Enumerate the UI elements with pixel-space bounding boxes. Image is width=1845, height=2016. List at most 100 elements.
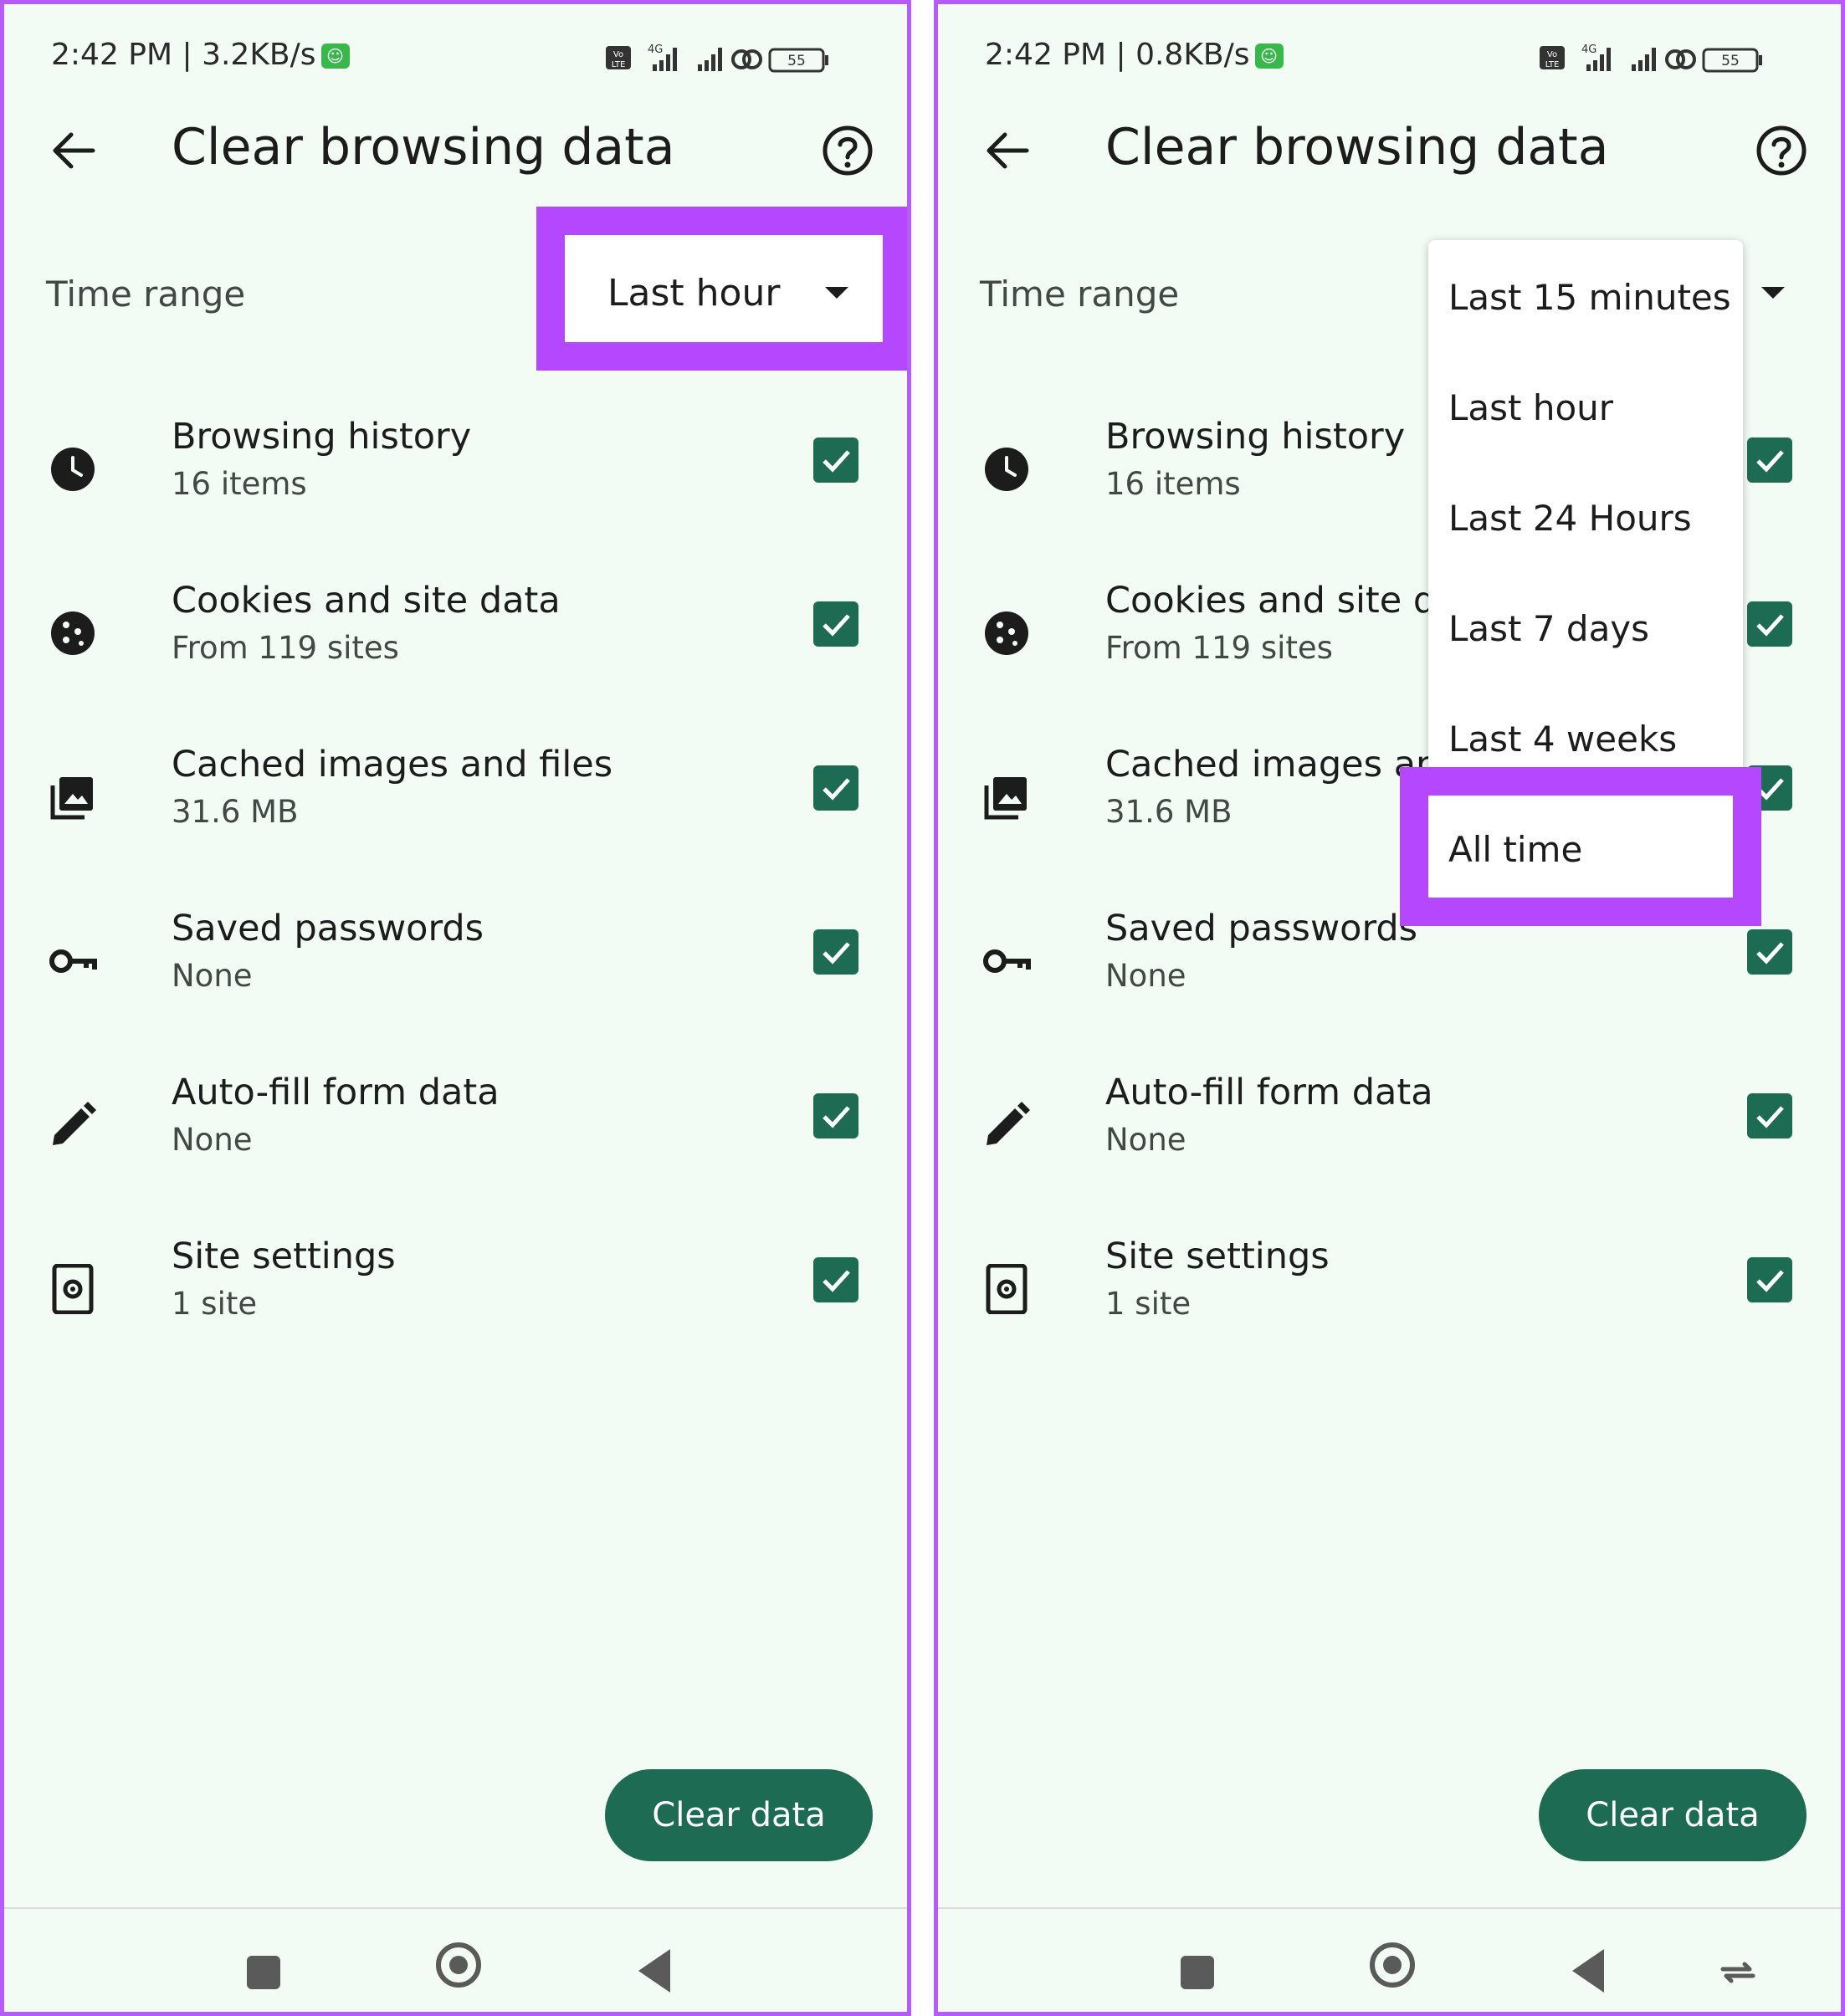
svg-text:4G: 4G [1581,43,1596,56]
checkbox[interactable] [1747,1257,1792,1302]
option-subtitle: None [172,1122,253,1158]
svg-text:LTE: LTE [1545,60,1560,69]
highlight-box-all-time [1400,767,1761,926]
option-title: Cached images and files [172,744,613,785]
highlight-box-dropdown [536,207,907,371]
option-subtitle: None [172,958,253,994]
cookie-icon [985,611,1028,655]
pencil-icon [53,1102,96,1145]
option-title: Browsing history [172,416,472,458]
svg-text:55: 55 [787,53,806,69]
option-subtitle: 31.6 MB [172,794,299,830]
site-settings-icon [986,1264,1028,1314]
back-arrow-icon[interactable] [980,123,1035,178]
screen-right: 2:42 PM | 0.8KB/s ☺ Vo LTE 4G 55 Clear br… [934,0,1845,2016]
checkbox[interactable] [1747,601,1792,647]
menu-item-last-7-days[interactable]: Last 7 days [1448,608,1649,649]
option-subtitle: 1 site [172,1286,258,1322]
status-time-speed: 2:42 PM | 0.8KB/s ☺ [985,38,1284,72]
recents-icon[interactable] [1181,1956,1214,1989]
back-arrow-icon[interactable] [46,123,101,178]
rotate-icon[interactable] [1718,1957,1758,1988]
checkbox[interactable] [813,601,858,647]
status-bar: 2:42 PM | 0.8KB/s ☺ Vo LTE 4G 55 [938,4,1841,113]
option-row-site-settings[interactable]: Site settings 1 site [938,1207,1841,1371]
page-title: Clear browsing data [1105,118,1609,177]
images-icon [50,777,93,820]
option-row-cookies[interactable]: Cookies and site data From 119 sites [4,551,907,715]
option-title: Site settings [1105,1236,1330,1277]
option-subtitle: 16 items [172,466,307,502]
svg-text:4G: 4G [648,43,663,56]
option-title: Saved passwords [172,908,484,949]
signal-battery-icon: Vo LTE 4G 55 [606,43,828,73]
clear-data-button[interactable]: Clear data [605,1769,873,1861]
time-range-label: Time range [980,274,1180,315]
checkbox[interactable] [813,765,858,811]
svg-text:Vo: Vo [613,50,623,59]
status-icons: Vo LTE 4G 55 [1540,43,1791,73]
checkbox[interactable] [1747,1093,1792,1138]
menu-item-last-4-weeks[interactable]: Last 4 weeks [1448,719,1677,760]
status-time-speed: 2:42 PM | 3.2KB/s ☺ [51,38,350,72]
clock-icon [985,448,1028,491]
option-title: Saved passwords [1105,908,1418,949]
option-title: Cookies and site data [172,580,561,622]
svg-text:Vo: Vo [1547,50,1557,59]
option-row-browsing-history[interactable]: Browsing history 16 items [4,387,907,551]
option-subtitle: None [1105,958,1186,994]
checkbox[interactable] [1747,437,1792,483]
images-icon [984,777,1027,820]
nav-back-icon[interactable] [638,1949,670,1993]
clear-data-button[interactable]: Clear data [1539,1769,1807,1861]
option-row-site-settings[interactable]: Site settings 1 site [4,1207,907,1371]
nav-back-icon[interactable] [1572,1949,1604,1993]
option-row-autofill[interactable]: Auto-fill form data None [4,1043,907,1207]
status-bar: 2:42 PM | 3.2KB/s ☺ Vo LTE 4G 55 [4,4,907,113]
option-subtitle: 1 site [1105,1286,1192,1322]
home-icon[interactable] [1370,1942,1415,1988]
option-row-cached-images[interactable]: Cached images and files 31.6 MB [4,715,907,879]
system-nav-bar [938,1907,1841,2012]
dropdown-arrow-icon[interactable] [1761,287,1785,299]
menu-item-last-24-hours[interactable]: Last 24 Hours [1448,498,1692,539]
option-subtitle: From 119 sites [172,630,399,666]
home-icon[interactable] [436,1942,481,1988]
option-title: Site settings [172,1236,396,1277]
key-icon [983,949,1031,973]
system-nav-bar [4,1907,907,2012]
option-title: Auto-fill form data [172,1072,500,1113]
notification-icon: ☺ [320,43,350,69]
signal-battery-icon: Vo LTE 4G 55 [1540,43,1762,73]
screen-left: 2:42 PM | 3.2KB/s ☺ Vo LTE 4G 55 Clear br… [0,0,911,2016]
checkbox[interactable] [1747,929,1792,975]
checkbox[interactable] [813,1093,858,1138]
checkbox[interactable] [813,929,858,975]
option-subtitle: From 119 sites [1105,630,1333,666]
svg-text:55: 55 [1721,53,1740,69]
cookie-icon [51,611,95,655]
menu-item-last-hour[interactable]: Last hour [1448,387,1613,428]
site-settings-icon [52,1264,94,1314]
option-row-passwords[interactable]: Saved passwords None [4,879,907,1043]
pencil-icon [987,1102,1030,1145]
clock-icon [51,448,95,491]
notification-icon: ☺ [1254,43,1284,69]
help-icon[interactable] [1754,123,1809,178]
option-subtitle: None [1105,1122,1186,1158]
option-title: Auto-fill form data [1105,1072,1433,1113]
page-title: Clear browsing data [172,118,675,177]
checkbox[interactable] [813,1257,858,1302]
status-icons: Vo LTE 4G 55 [606,43,857,73]
help-icon[interactable] [820,123,875,178]
key-icon [49,949,97,973]
option-row-autofill[interactable]: Auto-fill form data None [938,1043,1841,1207]
svg-text:LTE: LTE [612,60,626,69]
option-title: Browsing history [1105,416,1406,458]
menu-item-last-15-minutes[interactable]: Last 15 minutes [1448,277,1731,318]
recents-icon[interactable] [247,1956,280,1989]
option-subtitle: 16 items [1105,466,1241,502]
checkbox[interactable] [813,437,858,483]
time-range-label: Time range [46,274,246,315]
option-subtitle: 31.6 MB [1105,794,1233,830]
